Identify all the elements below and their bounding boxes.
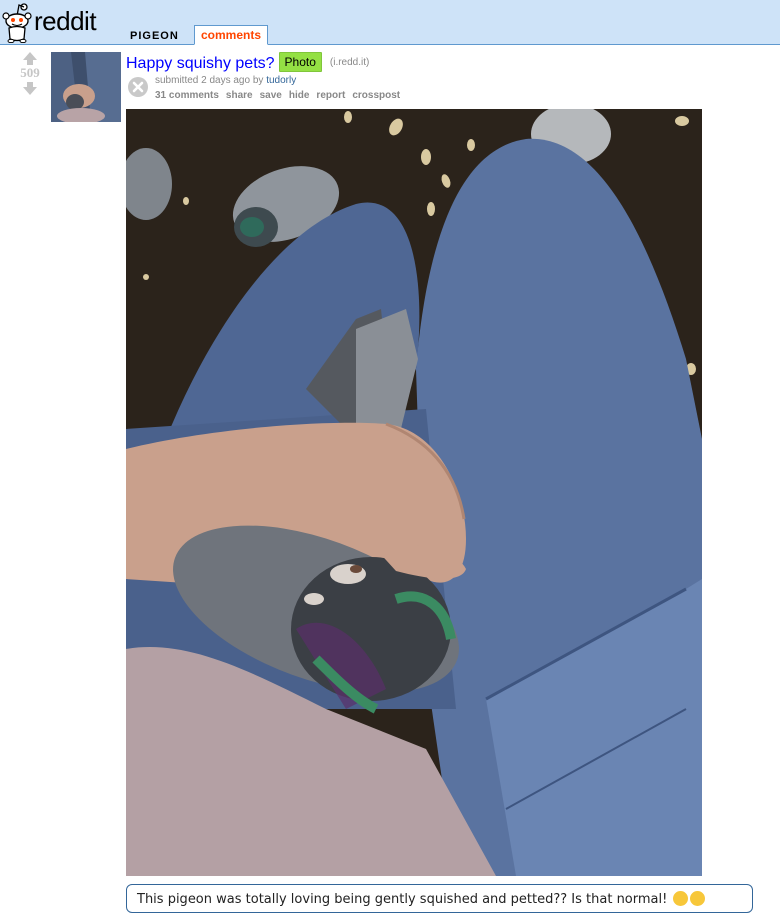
save-button[interactable]: save: [260, 90, 282, 101]
share-button[interactable]: share: [226, 90, 253, 101]
close-circle-icon[interactable]: [128, 77, 148, 97]
submitted-text: submitted 2 days ago by: [155, 75, 264, 86]
downvote-arrow-icon[interactable]: [23, 82, 37, 95]
post-title-link[interactable]: Happy squishy pets?: [126, 55, 275, 72]
reddit-alien-icon[interactable]: [2, 1, 32, 43]
post-thumbnail[interactable]: [51, 52, 121, 122]
caption-text: This pigeon was totally loving being gen…: [137, 892, 668, 907]
crosspost-button[interactable]: crosspost: [352, 90, 400, 101]
post-caption: This pigeon was totally loving being gen…: [126, 884, 753, 913]
post-buttons: 31 comments share save hide report crosspost: [155, 89, 407, 102]
post-score: 509: [20, 65, 40, 80]
hide-button[interactable]: hide: [289, 90, 310, 101]
upvote-arrow-icon[interactable]: [23, 52, 37, 65]
header-bar: reddit PIGEON comments: [0, 0, 780, 45]
post-title-row: Happy squishy pets? Photo (i.redd.it): [126, 52, 369, 74]
tab-comments[interactable]: comments: [194, 25, 269, 45]
link-flair[interactable]: Photo: [278, 52, 322, 72]
reddit-wordmark[interactable]: reddit: [34, 6, 97, 36]
post-domain[interactable]: (i.redd.it): [330, 57, 369, 68]
smiling-face-icon: [673, 891, 689, 906]
vote-column: 509: [12, 52, 48, 95]
comments-button[interactable]: 31 comments: [155, 90, 219, 101]
subreddit-name[interactable]: PIGEON: [130, 30, 179, 42]
author-link[interactable]: tudorly: [266, 75, 296, 86]
laughing-face-icon: [690, 891, 706, 906]
report-button[interactable]: report: [316, 90, 345, 101]
post-tagline: submitted 2 days ago by tudorly: [155, 74, 296, 87]
post-image[interactable]: [126, 109, 702, 876]
